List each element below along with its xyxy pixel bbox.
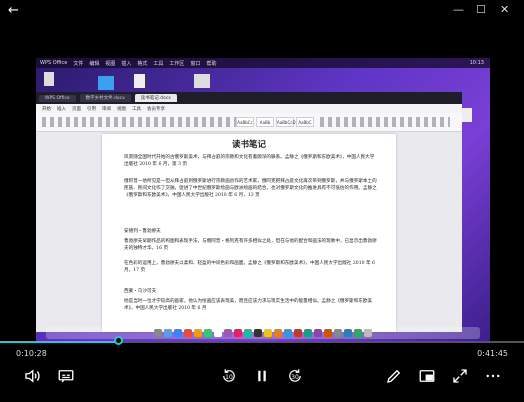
menubar-item: 工具: [153, 60, 164, 67]
edit-icon[interactable]: [383, 365, 405, 387]
skip-back-seconds: 10: [225, 374, 233, 381]
seek-bar-thumb[interactable]: [114, 336, 123, 345]
more-icon[interactable]: [482, 365, 504, 387]
launchpad-icon[interactable]: [164, 329, 172, 337]
menubar-item: 视图: [105, 60, 116, 67]
app-icon[interactable]: [254, 329, 262, 337]
fullscreen-icon[interactable]: [449, 365, 471, 387]
menubar-item: 格式: [137, 60, 148, 67]
document-paragraph: 在色彩的运用上，鲁勃廖夫以柔和、轻盈的中间色彩和画面。孟静之《俄罗斯和东欧美术》…: [124, 261, 375, 274]
app-icon[interactable]: [244, 329, 252, 337]
app-icon[interactable]: [184, 329, 192, 337]
app-icon[interactable]: [284, 329, 292, 337]
document-paragraph: 鲁勃廖夫早期作品的构图和表现手法，与俄阿普・格列克有许多相似之处，但在与他的配合…: [124, 239, 377, 252]
back-arrow-icon[interactable]: ←: [8, 3, 19, 18]
seek-bar-fill: [0, 341, 118, 343]
toolbar-buttons[interactable]: [320, 117, 450, 127]
document-page: 读书笔记 风景随全国时代开始的古俄罗斯美术，与拜占庭的宗教和文化有着颇深的联系。…: [102, 134, 396, 332]
ribbon-tab[interactable]: 视图: [117, 106, 126, 112]
app-icon[interactable]: [334, 329, 342, 337]
app-icon[interactable]: [344, 329, 352, 337]
trash-icon[interactable]: [364, 329, 372, 337]
menubar-item: 帮助: [206, 60, 217, 67]
menubar-item: 窗口: [190, 60, 201, 67]
app-icon[interactable]: [224, 329, 232, 337]
menubar-time: 10:13: [469, 60, 484, 66]
pause-icon[interactable]: [251, 365, 273, 387]
document-heading: 西蒙・乌沙可夫: [124, 289, 157, 294]
minimize-icon[interactable]: —: [453, 3, 464, 16]
current-time: 0:10:28: [16, 349, 47, 358]
video-frame[interactable]: WPS Office 文件 编辑 视图 插入 格式 工具 工作区 窗口 帮助 1…: [36, 58, 490, 341]
app-icon[interactable]: [314, 329, 322, 337]
miniplayer-icon[interactable]: [416, 365, 438, 387]
app-icon[interactable]: [294, 329, 302, 337]
style-preset[interactable]: AaBb: [256, 117, 274, 127]
document-title: 读书笔记: [231, 140, 266, 150]
app-icon[interactable]: [214, 329, 222, 337]
file-icon: [134, 74, 145, 88]
tab-document-active[interactable]: 读书笔记.docx: [134, 94, 177, 102]
skip-back-icon[interactable]: 10: [218, 365, 240, 387]
menubar-app: WPS Office: [40, 60, 68, 66]
app-icon[interactable]: [204, 329, 212, 337]
app-icon[interactable]: [264, 329, 272, 337]
document-paragraph: 他是当时一位才学较高的画家，他认为绘画应该表现美，而且应该力求与现实生活中的能量…: [124, 299, 373, 312]
mac-dock: [46, 327, 480, 339]
style-preset[interactable]: AaBbCc: [236, 117, 254, 127]
maximize-icon[interactable]: ☐: [476, 3, 486, 16]
ribbon-tab[interactable]: 工具: [132, 106, 141, 112]
subtitles-icon[interactable]: [55, 365, 77, 387]
menubar-item: 插入: [121, 60, 132, 67]
app-icon[interactable]: [304, 329, 312, 337]
ribbon-tab[interactable]: 审阅: [102, 106, 111, 112]
total-time: 0:41:45: [477, 349, 508, 358]
ribbon-tab[interactable]: 会员专享: [147, 106, 165, 112]
file-icon: [44, 72, 54, 86]
finder-icon[interactable]: [154, 329, 162, 337]
folder-icon: [98, 76, 114, 90]
document-paragraph: 俄阿普一他所见是一但从拜占庭到俄罗斯进行宗教画创作的艺术家，俄阿克把拜占庭文化再…: [124, 179, 377, 199]
ribbon-tab[interactable]: 开始: [42, 106, 51, 112]
app-icon[interactable]: [354, 329, 362, 337]
app-icon[interactable]: [194, 329, 202, 337]
document-paragraph: 风景随全国时代开始的古俄罗斯美术，与拜占庭的宗教和文化有着颇深的联系。孟静之《俄…: [124, 155, 375, 168]
app-icon[interactable]: [324, 329, 332, 337]
toolbar-buttons[interactable]: [42, 117, 242, 127]
app-icon[interactable]: [234, 329, 242, 337]
tab-wps-home[interactable]: WPS Office: [39, 94, 76, 102]
style-preset[interactable]: AaBbC: [296, 117, 314, 127]
ribbon-tab[interactable]: 插入: [57, 106, 66, 112]
safari-icon[interactable]: [174, 329, 182, 337]
menubar-item: 编辑: [89, 60, 100, 67]
style-preset[interactable]: AaBbCcD: [276, 117, 296, 127]
title-bar: ← — ☐ ✕: [0, 0, 524, 22]
menubar-item: 工作区: [169, 60, 185, 67]
mac-menubar: WPS Office 文件 编辑 视图 插入 格式 工具 工作区 窗口 帮助 1…: [36, 58, 490, 68]
volume-icon[interactable]: [21, 365, 43, 387]
document-heading: 安德列・鲁勃廖夫: [124, 229, 161, 234]
ribbon-tab[interactable]: 引用: [87, 106, 96, 112]
skip-forward-seconds: 30: [291, 374, 299, 381]
skip-forward-icon[interactable]: 30: [284, 365, 306, 387]
wps-tab-bar: WPS Office 数字乡村文件.docx 读书笔记.docx: [36, 92, 462, 104]
tab-document[interactable]: 数字乡村文件.docx: [79, 94, 131, 102]
wps-ribbon-menu: 开始 插入 页面 引用 审阅 视图 工具 会员专享: [36, 104, 462, 113]
wps-toolbar: AaBbCc AaBb AaBbCcD AaBbC: [36, 113, 462, 132]
wps-window: WPS Office 数字乡村文件.docx 读书笔记.docx 开始 插入 页…: [36, 92, 462, 332]
app-icon[interactable]: [274, 329, 282, 337]
file-icon: [194, 74, 210, 88]
menubar-item: 文件: [73, 60, 84, 67]
close-icon[interactable]: ✕: [500, 3, 509, 16]
ribbon-tab[interactable]: 页面: [72, 106, 81, 112]
